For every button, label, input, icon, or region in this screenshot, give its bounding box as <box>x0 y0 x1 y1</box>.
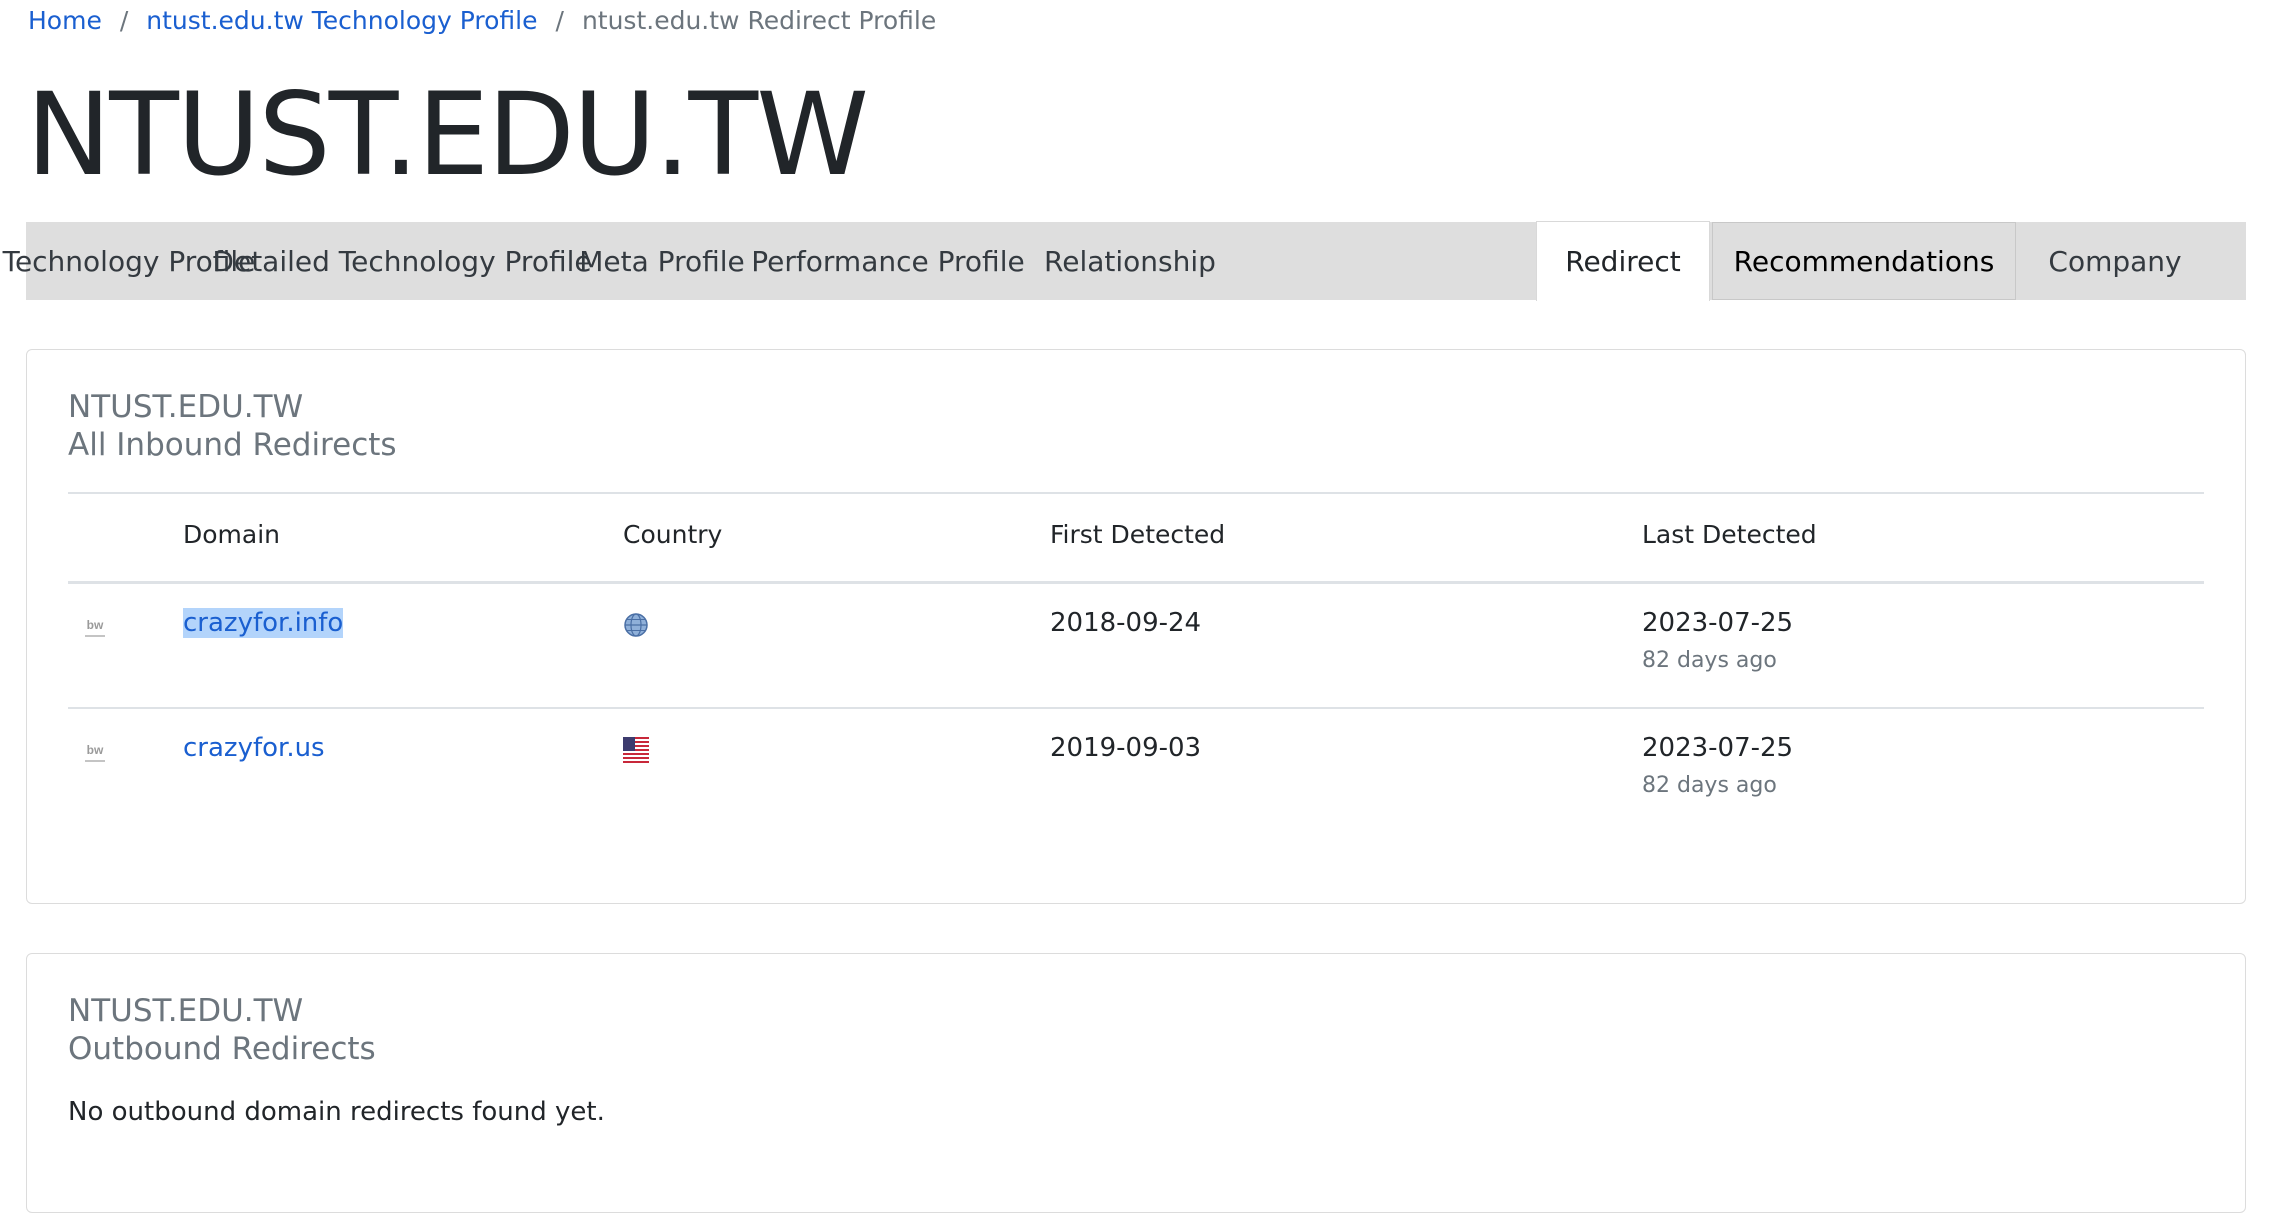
page: Home / ntust.edu.tw Technology Profile /… <box>0 0 2270 1213</box>
tab-meta-profile[interactable]: Meta Profile <box>572 222 752 300</box>
tab-performance-profile[interactable]: Performance Profile <box>751 222 1024 300</box>
tab-relationship[interactable]: Relationship <box>1024 222 1236 300</box>
outbound-redirects-card: NTUST.EDU.TW Outbound Redirects No outbo… <box>26 953 2246 1213</box>
column-header-last-detected: Last Detected <box>1642 520 1817 549</box>
redirect-domain-link-cell: crazyfor.info <box>183 608 344 638</box>
column-header-domain: Domain <box>183 520 281 549</box>
breadcrumb: Home / ntust.edu.tw Technology Profile /… <box>28 2 936 38</box>
redirect-domain-link[interactable]: crazyfor.info <box>183 608 344 638</box>
tab-detailed-technology-profile[interactable]: Detailed Technology Profile <box>212 222 591 300</box>
inbound-card-heading: All Inbound Redirects <box>68 427 397 463</box>
builtwith-logo-icon: bw <box>85 618 105 637</box>
column-header-first-detected: First Detected <box>1050 520 1226 549</box>
row-divider <box>68 707 2204 709</box>
first-detected: 2018-09-24 <box>1050 608 1202 638</box>
outbound-card-domain: NTUST.EDU.TW <box>68 993 304 1029</box>
svg-text:bw: bw <box>87 743 104 757</box>
redirect-domain-link-cell: crazyfor.us <box>183 733 325 763</box>
outbound-card-heading: Outbound Redirects <box>68 1031 376 1067</box>
first-detected: 2019-09-03 <box>1050 733 1202 763</box>
tab-technology-profile[interactable]: Technology Profile <box>3 222 256 300</box>
tab-recommendations[interactable]: Recommendations <box>1712 222 2016 300</box>
tab-redirect[interactable]: Redirect <box>1536 221 1710 301</box>
last-detected-relative: 82 days ago <box>1642 773 1777 798</box>
breadcrumb-current: ntust.edu.tw Redirect Profile <box>581 5 937 35</box>
tab-company[interactable]: Company <box>2016 222 2214 300</box>
svg-text:bw: bw <box>87 618 104 632</box>
column-header-country: Country <box>623 520 723 549</box>
globe-icon <box>624 613 648 637</box>
inbound-card-domain: NTUST.EDU.TW <box>68 389 304 425</box>
builtwith-logo-icon: bw <box>85 743 105 762</box>
divider <box>68 492 2204 494</box>
table-header-divider <box>68 581 2204 584</box>
breadcrumb-profile-link[interactable]: ntust.edu.tw Technology Profile <box>146 6 537 35</box>
breadcrumb-separator: / <box>119 5 129 35</box>
us-flag-icon <box>623 737 649 763</box>
last-detected-relative: 82 days ago <box>1642 648 1777 673</box>
empty-state-message: No outbound domain redirects found yet. <box>68 1097 605 1127</box>
page-title: NTUST.EDU.TW <box>26 68 869 201</box>
breadcrumb-home-link[interactable]: Home <box>28 6 102 35</box>
inbound-redirects-card: NTUST.EDU.TW All Inbound Redirects Domai… <box>26 349 2246 904</box>
redirect-domain-link[interactable]: crazyfor.us <box>183 733 325 763</box>
last-detected: 2023-07-25 <box>1642 733 1794 763</box>
last-detected: 2023-07-25 <box>1642 608 1794 638</box>
breadcrumb-separator: / <box>555 5 564 35</box>
